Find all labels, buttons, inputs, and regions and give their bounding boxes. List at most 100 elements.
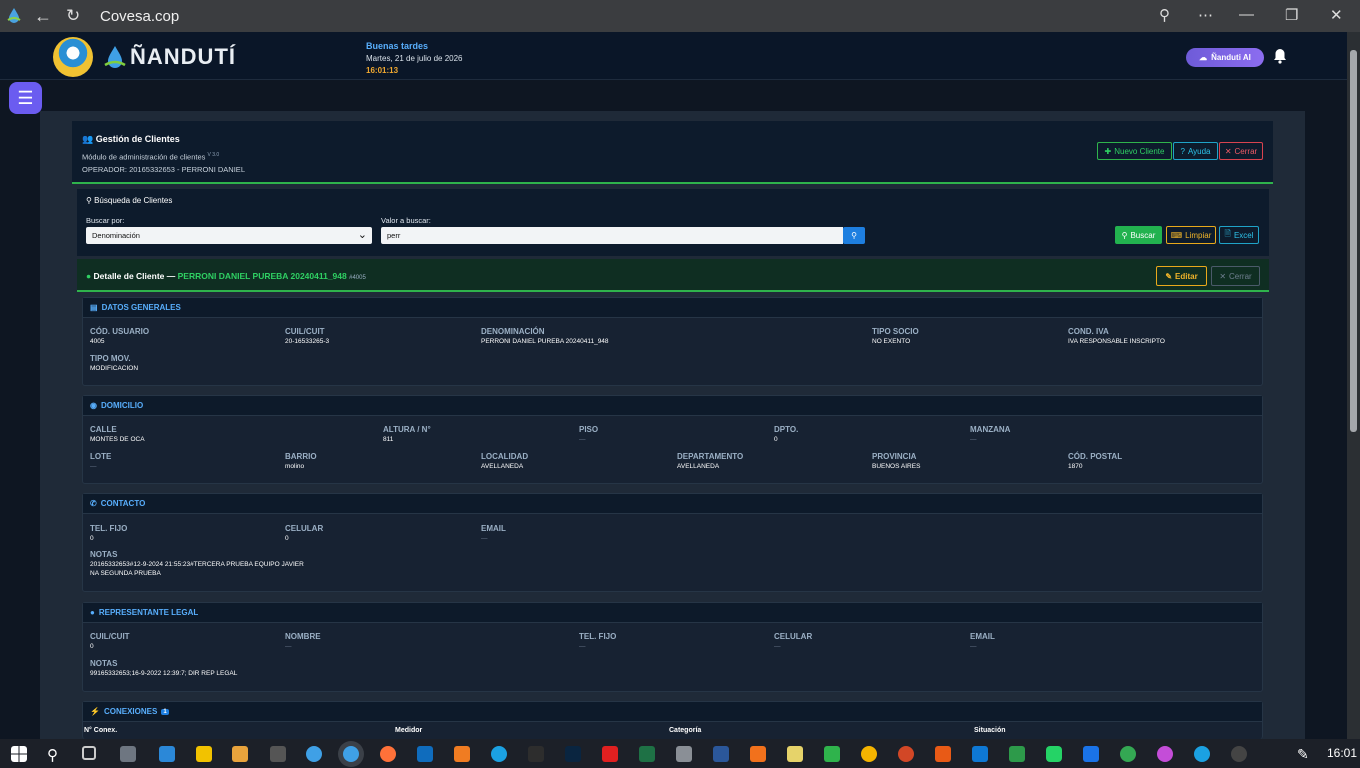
field-legal-email: EMAIL —	[970, 632, 995, 650]
app-icon-14[interactable]	[1231, 746, 1247, 762]
clear-button[interactable]: ⌨ Limpiar	[1166, 226, 1216, 244]
app-icon-7[interactable]	[750, 746, 766, 762]
hamburger-menu-button[interactable]: ☰	[9, 82, 42, 114]
app-icon-13[interactable]	[1157, 746, 1173, 762]
user-icon: ●	[90, 608, 95, 617]
field-legal-landline: TEL. FIJO —	[579, 632, 617, 650]
close-module-button[interactable]: ✕ Cerrar	[1219, 142, 1263, 160]
field-neighborhood: BARRIO molino	[285, 452, 317, 470]
help-button[interactable]: ? Ayuda	[1173, 142, 1218, 160]
col-meter: Medidor	[395, 727, 423, 734]
bell-icon[interactable]	[1273, 48, 1287, 64]
eraser-icon: ⌨	[1170, 230, 1183, 240]
phone-icon: ✆	[90, 499, 97, 508]
app-icon-11[interactable]	[1009, 746, 1025, 762]
field-mov-type: TIPO MOV. MODIFICACION	[90, 354, 139, 372]
col-connection-number: N° Conex.	[84, 727, 118, 734]
active-browser-app-icon[interactable]	[343, 746, 359, 762]
module-subtitle: Módulo de administración de clientes V 3…	[82, 152, 220, 162]
new-client-button[interactable]: ✚ Nuevo Cliente	[1097, 142, 1172, 160]
app-icon-6[interactable]	[676, 746, 692, 762]
close-detail-button[interactable]: ✕ Cerrar	[1211, 266, 1260, 286]
current-date: Martes, 21 de julio de 2026	[366, 54, 463, 63]
page-scrollbar[interactable]	[1347, 32, 1360, 739]
field-email: EMAIL —	[481, 524, 506, 542]
app-icon-12[interactable]	[1083, 746, 1099, 762]
field-notes: NOTAS 20165332653#12-9-2024 21:55:23#TERC…	[90, 550, 304, 577]
field-apartment: DPTO. 0	[774, 425, 799, 443]
ai-assistant-button[interactable]: ☁ Ñanduti AI	[1186, 48, 1264, 67]
powerpoint-icon[interactable]	[898, 746, 914, 762]
field-denomination: DENOMINACIÓN PERRONI DANIEL PUREBA 202404…	[481, 327, 609, 345]
scrollbar-thumb[interactable]	[1350, 50, 1357, 432]
app-icon-4[interactable]	[528, 746, 544, 762]
contact-section: ✆ CONTACTO	[82, 493, 1263, 592]
search-value-input[interactable]: perr	[381, 227, 843, 244]
firefox-icon[interactable]	[380, 746, 396, 762]
calculator-icon[interactable]	[270, 746, 286, 762]
field-postal-code: CÓD. POSTAL 1870	[1068, 452, 1123, 470]
app-icon-3[interactable]	[454, 746, 470, 762]
outlook-icon[interactable]	[417, 746, 433, 762]
field-legal-mobile: CELULAR —	[774, 632, 813, 650]
edge-icon-2[interactable]	[1194, 746, 1210, 762]
search-taskbar-icon[interactable]: ⚲	[47, 746, 63, 764]
section-header: ✆ CONTACTO	[83, 494, 1262, 514]
app-icon-1[interactable]	[120, 746, 136, 762]
task-view-icon[interactable]	[82, 746, 96, 760]
excel-button[interactable]: 🗎 Excel	[1219, 226, 1259, 244]
minimize-icon[interactable]: —	[1239, 6, 1254, 23]
section-header: ◉ DOMICILIO	[83, 396, 1262, 416]
search-panel	[77, 189, 1269, 256]
ai-button-label: Ñanduti AI	[1211, 53, 1251, 62]
app-icon-10[interactable]	[935, 746, 951, 762]
whatsapp-icon[interactable]	[1046, 746, 1062, 762]
app-icon-5[interactable]	[565, 746, 581, 762]
field-cuil: CUIL/CUIT 20-16533265-3	[285, 327, 330, 345]
file-icon: 🗎	[1224, 229, 1231, 238]
field-mobile: CELULAR 0	[285, 524, 324, 542]
robot-icon: ☁	[1199, 53, 1208, 62]
field-floor: PISO —	[579, 425, 599, 443]
app-icon-9[interactable]	[861, 746, 877, 762]
excel-icon[interactable]	[639, 746, 655, 762]
field-member-type: TIPO SOCIO NO EXENTO	[872, 327, 919, 345]
windows-start-icon[interactable]	[11, 746, 27, 762]
reload-icon[interactable]: ↻	[66, 6, 80, 26]
search-button[interactable]: ⚲ Buscar	[1115, 226, 1162, 244]
file-explorer-icon[interactable]	[232, 746, 248, 762]
magnifier-icon: ⚲	[851, 231, 857, 240]
field-street: CALLE MONTES DE OCA	[90, 425, 145, 443]
notepad-icon[interactable]	[787, 746, 803, 762]
edit-client-button[interactable]: ✎ Editar	[1156, 266, 1207, 286]
search-input-button[interactable]: ⚲	[843, 227, 865, 244]
client-detail-title: ● Detalle de Cliente — PERRONI DANIEL PU…	[86, 271, 366, 281]
vscode-icon[interactable]	[972, 746, 988, 762]
field-legal-notes: NOTAS 99165332653;16-9-2022 12:39:7; DIR …	[90, 659, 238, 677]
client-id: #4005	[349, 275, 366, 281]
nanduti-app-icon[interactable]	[306, 746, 322, 762]
restore-icon[interactable]: ❐	[1285, 6, 1298, 24]
search-by-select[interactable]: Denominación ⌄	[86, 227, 372, 244]
plug-icon: ⚡	[90, 707, 100, 716]
chrome-icon[interactable]	[1120, 746, 1136, 762]
field-department: DEPARTAMENTO AVELLANEDA	[677, 452, 744, 470]
sticky-notes-icon[interactable]	[196, 746, 212, 762]
greeting: Buenas tardes	[366, 41, 429, 51]
taskbar-clock[interactable]: 16:01	[1327, 746, 1357, 760]
app-icon-8[interactable]	[824, 746, 840, 762]
url-text[interactable]: Covesa.cop	[100, 8, 179, 25]
word-icon[interactable]	[713, 746, 729, 762]
notes-line-2: NA SEGUNDA PRUEBA	[90, 570, 161, 577]
youtube-icon[interactable]	[602, 746, 618, 762]
chevron-down-icon: ⌄	[357, 229, 367, 241]
edge-icon[interactable]	[491, 746, 507, 762]
app-icon-2[interactable]	[159, 746, 175, 762]
module-header-card	[72, 121, 1273, 184]
zoom-icon[interactable]: ⚲	[1159, 6, 1170, 24]
back-arrow-icon[interactable]: ←	[34, 6, 52, 27]
pen-icon[interactable]: ✎	[1297, 746, 1313, 762]
field-lot: LOTE —	[90, 452, 112, 470]
more-options-icon[interactable]: ⋯	[1198, 6, 1213, 24]
close-window-icon[interactable]: ✕	[1330, 6, 1343, 24]
